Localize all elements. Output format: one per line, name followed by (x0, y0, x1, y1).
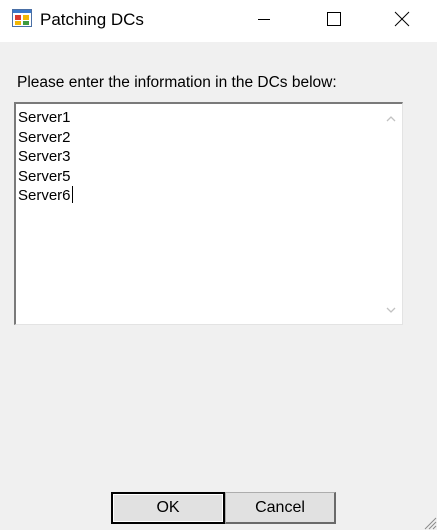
chevron-down-icon (386, 307, 396, 313)
resize-grip-icon[interactable] (421, 514, 437, 530)
text-line: Server1 (18, 109, 71, 126)
ok-button[interactable]: OK (111, 492, 225, 524)
minimize-button[interactable] (229, 0, 299, 38)
scroll-up-button[interactable] (380, 110, 402, 126)
maximize-button[interactable] (299, 0, 369, 38)
dc-list-textarea[interactable]: Server1 Server2 Server3 Server5 Server6 (14, 102, 403, 325)
text-line-value: Server6 (18, 187, 71, 204)
title-bar[interactable]: Patching DCs (0, 0, 437, 42)
maximize-icon (327, 12, 341, 26)
prompt-label: Please enter the information in the DCs … (17, 74, 337, 91)
text-line-last: Server6 (18, 186, 378, 206)
minimize-icon (258, 19, 270, 20)
chevron-up-icon (386, 115, 396, 121)
text-caret (71, 186, 73, 203)
close-button[interactable] (367, 0, 437, 38)
text-line: Server5 (18, 167, 71, 185)
close-icon (394, 11, 410, 27)
textarea-content[interactable]: Server1 Server2 Server3 Server5 Server6 (18, 108, 378, 206)
scroll-down-button[interactable] (380, 302, 402, 318)
window-title: Patching DCs (40, 10, 144, 29)
vertical-scrollbar[interactable] (380, 104, 402, 324)
text-line: Server2 (18, 128, 71, 146)
text-line: Server3 (18, 148, 71, 165)
cancel-button[interactable]: Cancel (225, 492, 336, 524)
app-window-icon (12, 9, 32, 27)
